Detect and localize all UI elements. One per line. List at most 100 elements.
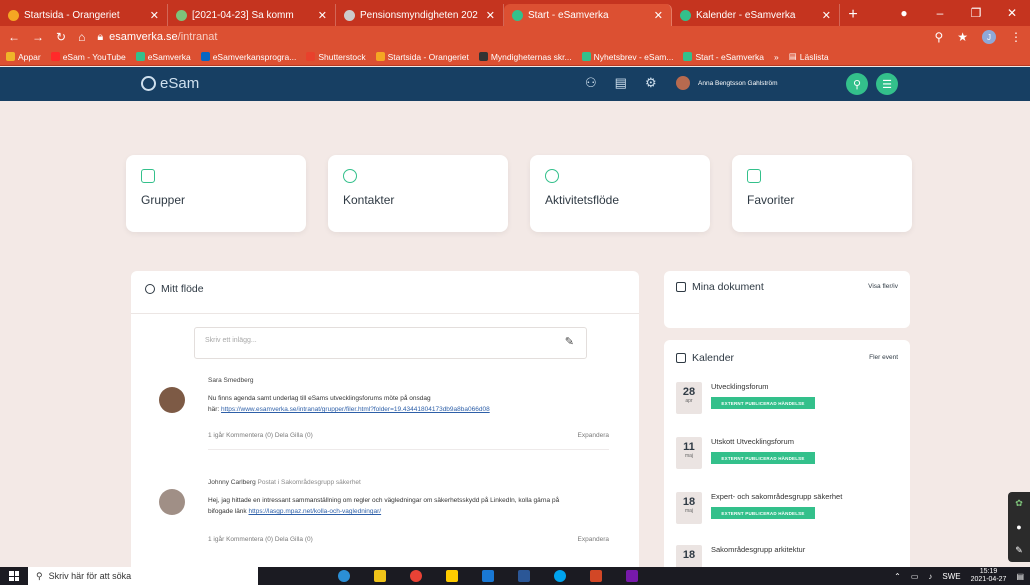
tab-label: [2021-04-23] Sa komm	[192, 9, 294, 21]
search-icon: ⚲	[852, 78, 862, 91]
messages-icon[interactable]: ▤	[615, 75, 627, 91]
clock[interactable]: 15:19 2021-04-27	[971, 568, 1007, 584]
feed-card: Mitt flöde Skriv ett inlägg... ✎ Sara Sm…	[131, 271, 639, 585]
side-widget[interactable]: ✿ ● ✎	[1008, 492, 1030, 562]
home-icon[interactable]: ⌂	[78, 30, 85, 44]
skype-app[interactable]	[546, 567, 574, 585]
browser-tab-active[interactable]: Start - eSamverka ✕	[504, 4, 672, 26]
volume-icon[interactable]: ♪	[928, 572, 932, 581]
post-body: Nu finns agenda samt underlag till eSams…	[208, 395, 431, 402]
post-author[interactable]: Johnny Carlberg Postat i Sakområdesgrupp…	[208, 479, 361, 486]
dot-icon: ●	[1016, 521, 1022, 532]
chevron-up-icon[interactable]: ⌃	[894, 572, 901, 581]
tile-grupper[interactable]: Grupper	[126, 155, 306, 232]
bookmark-item[interactable]: Start - eSamverka	[683, 52, 764, 62]
post-actions[interactable]: 1 igår Kommentera (0) Dela Gilla (0)	[208, 432, 313, 439]
user-menu[interactable]: Anna Bengtsson Gahlström	[676, 76, 778, 90]
back-icon[interactable]: ←	[8, 30, 20, 44]
tile-aktivitetsflode[interactable]: Aktivitetsflöde	[530, 155, 710, 232]
bookmark-item[interactable]: eSam - YouTube	[50, 52, 126, 62]
bookmark-item[interactable]: eSamverka	[135, 51, 191, 62]
taskbar-search[interactable]: ⚲ Skriv här för att söka	[28, 567, 258, 585]
esam-logo[interactable]: eSam	[141, 75, 199, 92]
event-title[interactable]: Utskott Utvecklingsforum	[711, 437, 794, 446]
forward-icon[interactable]: →	[32, 30, 44, 44]
post-input[interactable]: Skriv ett inlägg... ✎	[194, 327, 587, 359]
tile-kontakter[interactable]: Kontakter	[328, 155, 508, 232]
profile-avatar[interactable]: J	[982, 30, 996, 44]
powerpoint-app[interactable]	[582, 567, 610, 585]
avatar[interactable]	[159, 387, 185, 413]
close-tab-icon[interactable]: ✕	[150, 9, 159, 22]
close-tab-icon[interactable]: ✕	[654, 9, 663, 22]
avatar[interactable]	[159, 489, 185, 515]
folder-icon	[374, 570, 386, 582]
bookmark-item[interactable]: Startsida - Orangeriet	[375, 52, 469, 62]
sticky-icon	[446, 570, 458, 582]
users-icon[interactable]: ⚇	[585, 75, 597, 91]
bookmark-item[interactable]: Myndigheternas skr...	[478, 52, 572, 62]
more-bookmarks-button[interactable]: »	[774, 52, 779, 62]
word-app[interactable]	[510, 567, 538, 585]
orange-favicon-icon	[8, 9, 19, 21]
sticky-notes-app[interactable]	[438, 567, 466, 585]
event-title[interactable]: Sakområdesgrupp arkitektur	[711, 545, 805, 554]
tab-label: Start - eSamverka	[528, 9, 609, 21]
new-tab-button[interactable]: +	[840, 4, 866, 26]
page-favicon-icon	[344, 9, 355, 21]
address-bar-row: ← → ↻ ⌂ 🔒︎ esamverka.se/intranat ⚲ ★ J ⋮	[0, 26, 1030, 48]
event-title[interactable]: Utvecklingsforum	[711, 382, 769, 391]
menu-icon[interactable]: ⋮	[1010, 30, 1022, 44]
edge-app[interactable]	[330, 567, 358, 585]
minimize-icon[interactable]: –	[922, 6, 958, 20]
settings-icon[interactable]: ⚙	[645, 75, 657, 91]
maximize-icon[interactable]: ❐	[958, 6, 994, 20]
bookmark-item[interactable]: Shutterstock	[306, 52, 366, 62]
post-actions[interactable]: 1 igår Kommentera (0) Dela Gilla (0)	[208, 536, 313, 543]
event-title[interactable]: Expert- och sakområdesgrupp säkerhet	[711, 492, 842, 501]
language-indicator[interactable]: SWE	[942, 572, 960, 581]
close-window-icon[interactable]: ✕	[994, 6, 1030, 20]
show-more-link[interactable]: Visa fler/iv	[868, 283, 898, 290]
browser-tab[interactable]: Kalender - eSamverka ✕	[672, 4, 840, 26]
reload-icon[interactable]: ↻	[56, 30, 66, 44]
menu-button[interactable]: ☰	[876, 73, 898, 95]
expand-button[interactable]: Expandera	[578, 432, 609, 439]
browser-tab[interactable]: [2021-04-23] Sa komm ✕	[168, 4, 336, 26]
post-author[interactable]: Sara Smedberg	[208, 377, 254, 384]
powerpoint-icon	[590, 570, 602, 582]
close-tab-icon[interactable]: ✕	[486, 9, 495, 22]
close-tab-icon[interactable]: ✕	[318, 9, 327, 22]
start-button[interactable]	[0, 567, 28, 585]
onenote-app[interactable]	[618, 567, 646, 585]
feed-post: Johnny Carlberg Postat i Sakområdesgrupp…	[159, 479, 609, 559]
notifications-icon[interactable]: ▤	[1016, 572, 1024, 581]
close-tab-icon[interactable]: ✕	[822, 9, 831, 22]
bookmark-item[interactable]: eSamverkansprogra...	[200, 52, 296, 62]
expand-button[interactable]: Expandera	[578, 536, 609, 543]
author-name: Johnny Carlberg	[208, 479, 256, 486]
explorer-app[interactable]	[366, 567, 394, 585]
browser-tab[interactable]: Startsida - Orangeriet ✕	[0, 4, 168, 26]
contacts-icon	[343, 169, 357, 183]
lock-icon: 🔒︎	[97, 30, 104, 43]
media-icon[interactable]: ●	[886, 6, 922, 20]
search-button[interactable]: ⚲	[846, 73, 868, 95]
post-link[interactable]: https://www.esamverka.se/intranat/gruppe…	[221, 406, 490, 413]
skype-icon	[554, 570, 566, 582]
outlook-app[interactable]	[474, 567, 502, 585]
zoom-icon[interactable]: ⚲	[934, 30, 943, 44]
post-link[interactable]: https://lasgp.mpaz.net/kolla-och-vagledn…	[248, 508, 381, 515]
tile-favoriter[interactable]: Favoriter	[732, 155, 912, 232]
bookmark-label: eSamverka	[147, 51, 191, 62]
chrome-app[interactable]	[402, 567, 430, 585]
star-icon[interactable]: ★	[957, 30, 968, 44]
network-icon[interactable]: ▭	[911, 572, 919, 581]
address-field[interactable]: 🔒︎ esamverka.se/intranat	[97, 28, 922, 46]
more-events-link[interactable]: Fler event	[869, 354, 898, 361]
bookmark-item[interactable]: Appar	[6, 52, 41, 62]
browser-tab[interactable]: Pensionsmyndigheten 202 ✕	[336, 4, 504, 26]
pencil-icon: ✎	[564, 336, 574, 348]
reading-list-button[interactable]: ▤ Läslista	[789, 51, 829, 62]
bookmark-item[interactable]: Nyhetsbrev - eSam...	[581, 52, 673, 62]
